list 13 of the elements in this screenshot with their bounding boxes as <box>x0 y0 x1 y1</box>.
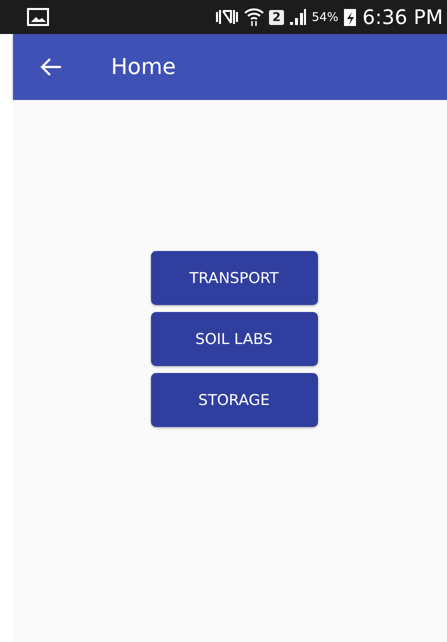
menu-button[interactable]: SOIL LABS <box>150 312 318 366</box>
app-bar-title: Home <box>111 54 176 80</box>
menu-button[interactable]: TRANSPORT <box>150 251 318 305</box>
battery-charging-icon <box>343 7 358 27</box>
menu-button[interactable]: STORAGE <box>150 373 318 427</box>
battery-percent: 54% <box>312 10 338 24</box>
back-icon[interactable] <box>39 57 63 77</box>
vibrate-icon <box>215 8 240 26</box>
image-icon <box>27 8 49 26</box>
wifi-icon <box>244 7 264 27</box>
sim-badge: 2 <box>269 10 284 24</box>
clock-time: 6:36 PM <box>362 5 443 29</box>
signal-icon <box>288 8 307 26</box>
